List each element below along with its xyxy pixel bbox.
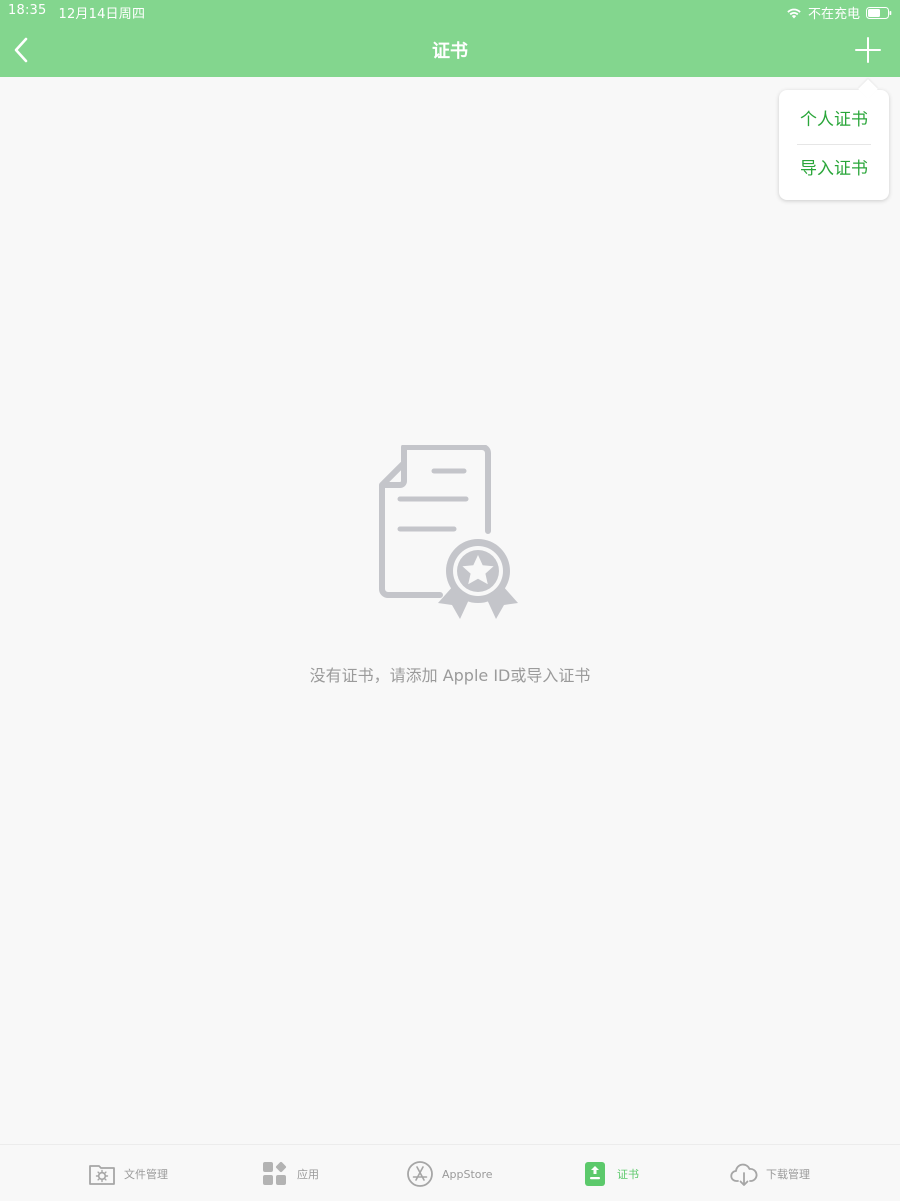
tab-apps[interactable]: 应用 xyxy=(261,1159,319,1189)
certificate-icon xyxy=(379,445,518,619)
tab-bar: 文件管理 应用 AppStore 证书 下载管理 xyxy=(0,1144,900,1201)
menu-item-personal-certificate[interactable]: 个人证书 xyxy=(779,96,889,144)
status-right: 不在充电 xyxy=(786,3,892,22)
status-left: 18:35 12月14日周四 xyxy=(8,3,145,22)
cloud-download-icon xyxy=(730,1163,758,1186)
status-time: 18:35 xyxy=(8,3,47,18)
plus-icon xyxy=(855,37,881,63)
battery-icon xyxy=(866,6,892,19)
status-date: 12月14日周四 xyxy=(58,7,146,22)
certificate-tab-icon xyxy=(585,1162,605,1186)
navigation-bar: 证书 xyxy=(0,22,900,77)
tab-label: 证书 xyxy=(617,1168,639,1181)
charging-status: 不在充电 xyxy=(807,7,860,22)
page-title: 证书 xyxy=(432,41,468,62)
header-bar: 18:35 12月14日周四 不在充电 证书 xyxy=(0,0,900,77)
tab-label: 应用 xyxy=(297,1168,319,1181)
appstore-icon xyxy=(407,1161,433,1187)
tab-label: 文件管理 xyxy=(124,1168,168,1181)
tab-file-management[interactable]: 文件管理 xyxy=(88,1159,168,1189)
folder-gear-icon xyxy=(89,1165,115,1185)
tab-label: AppStore xyxy=(442,1167,493,1181)
menu-item-import-certificate[interactable]: 导入证书 xyxy=(779,145,889,193)
add-menu-popover: 个人证书 导入证书 xyxy=(779,79,889,200)
add-button[interactable] xyxy=(852,34,884,66)
apps-grid-icon xyxy=(263,1161,287,1185)
tab-label: 下载管理 xyxy=(766,1168,810,1181)
wifi-icon xyxy=(787,8,801,18)
tab-certificates[interactable]: 证书 xyxy=(581,1159,639,1189)
status-bar: 18:35 12月14日周四 不在充电 xyxy=(0,0,900,22)
tab-appstore[interactable]: AppStore xyxy=(406,1159,493,1189)
tab-download-management[interactable]: 下载管理 xyxy=(730,1159,810,1189)
empty-state-message: 没有证书，请添加 Apple ID或导入证书 xyxy=(309,666,591,685)
